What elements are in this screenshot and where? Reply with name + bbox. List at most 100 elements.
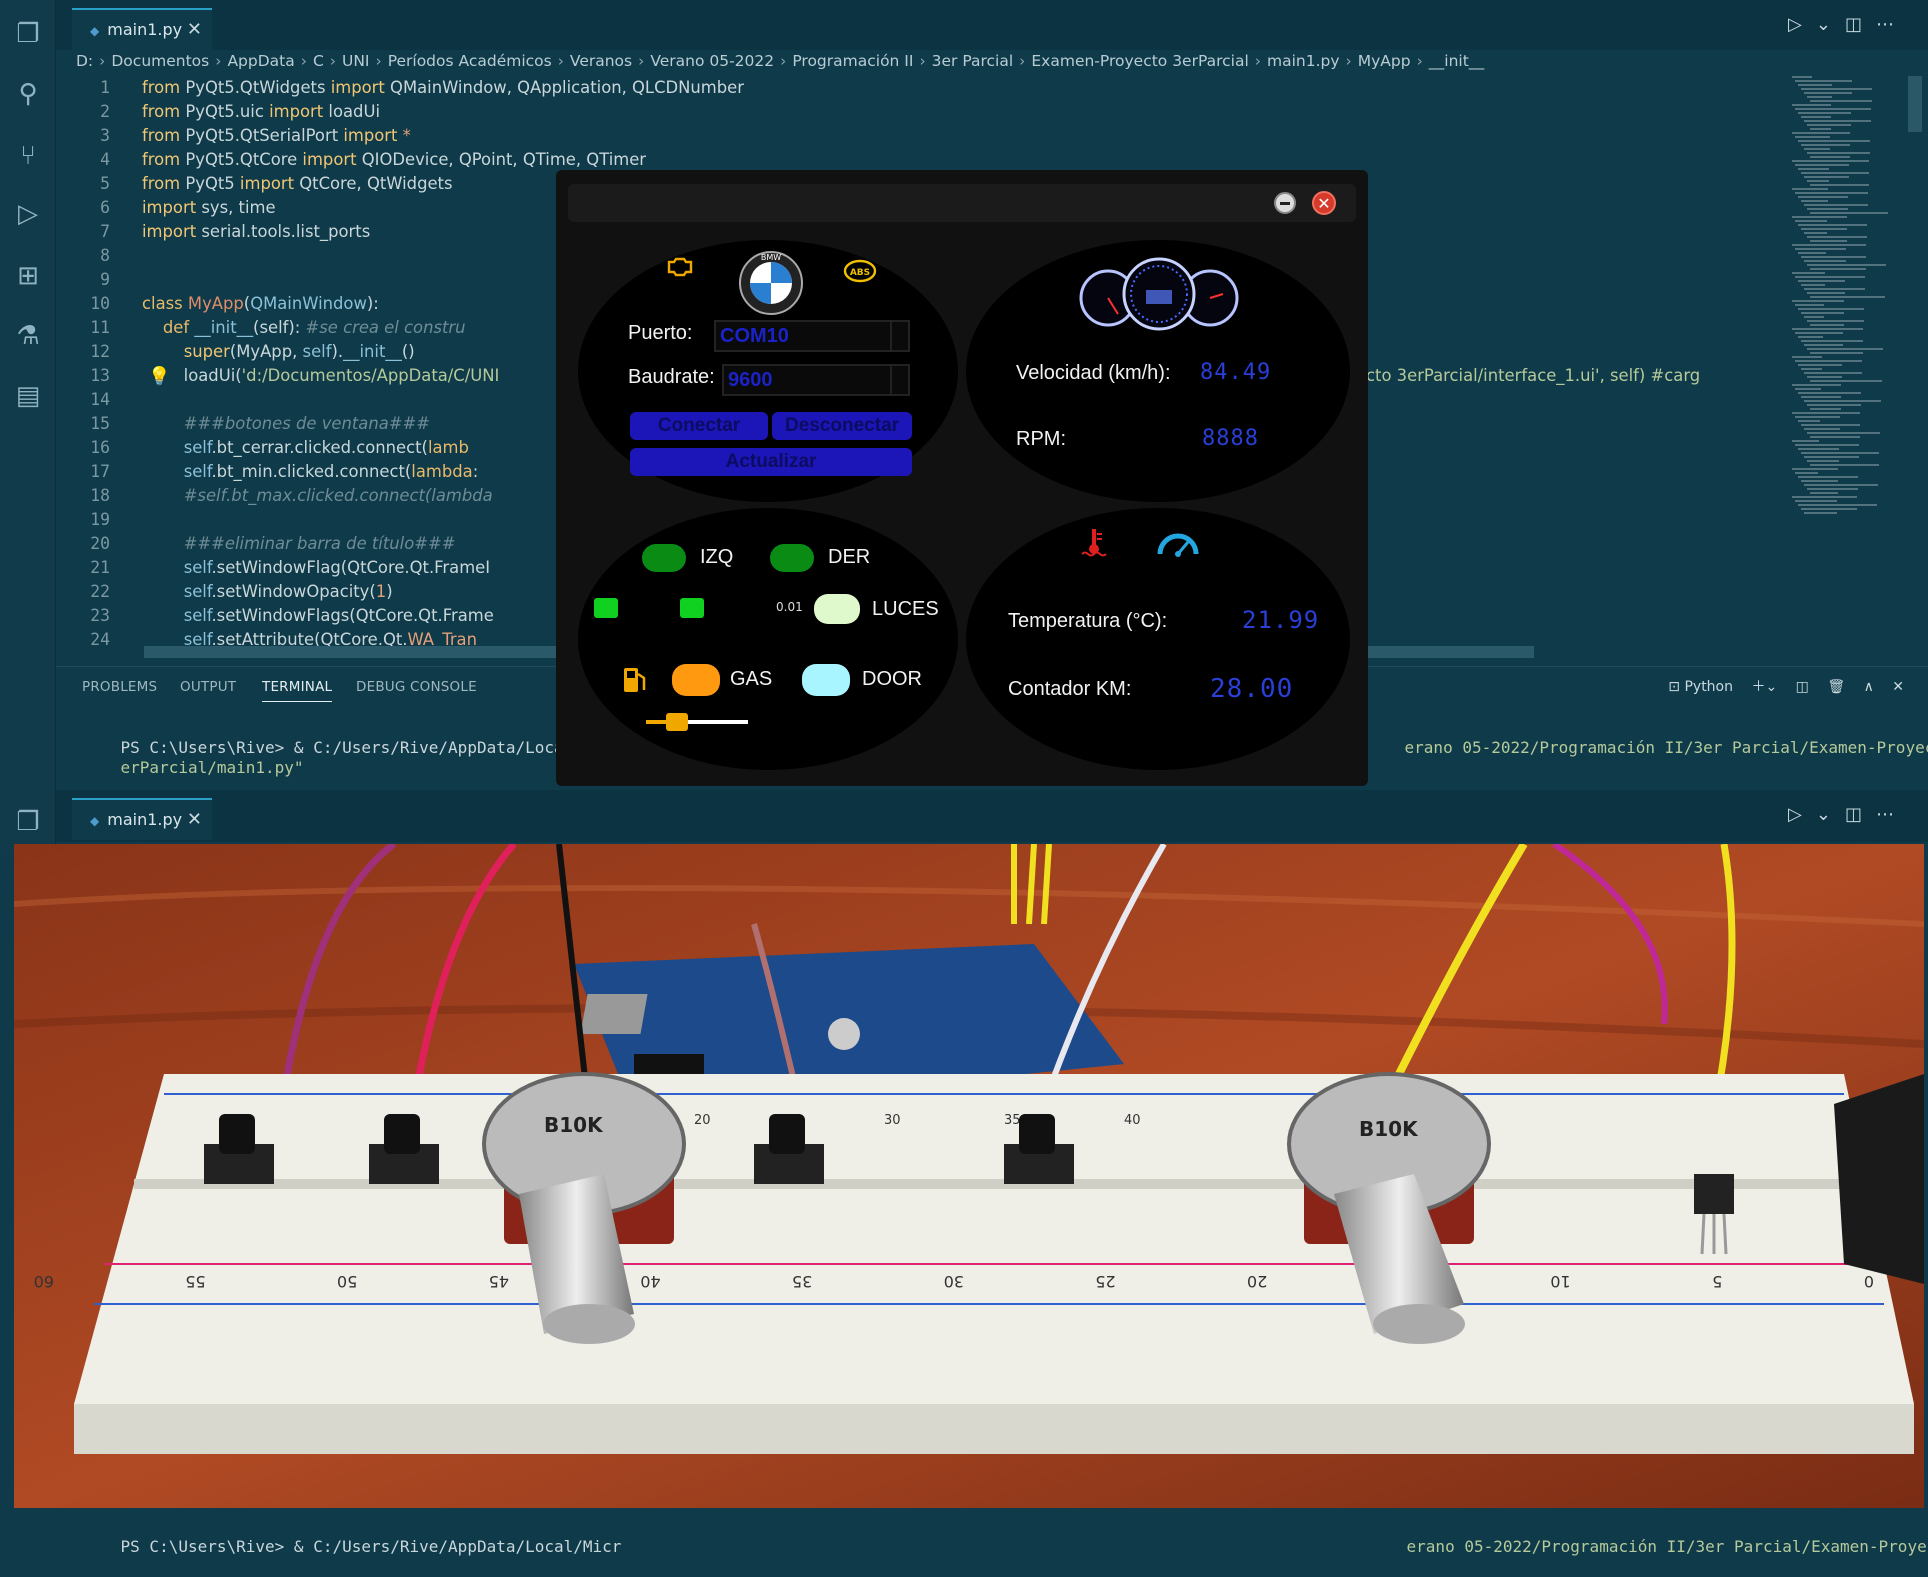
speed-lcd: 84.49: [1200, 360, 1272, 385]
remote-icon[interactable]: ▤: [12, 380, 44, 412]
editor-window-bottom: ❐ ◆ main1.py ✕ ▷⌄◫⋯ 60 55 50 45 40 35 30…: [0, 790, 1928, 1556]
breadcrumb-item[interactable]: MyApp: [1358, 52, 1411, 70]
connection-panel: BMW ABS Puerto: COM10 Baudrate: 9600 Con…: [578, 240, 958, 502]
tab-main1-py-bottom[interactable]: ◆ main1.py ✕: [72, 798, 212, 840]
breadcrumb-item[interactable]: AppData: [227, 52, 294, 70]
minimap-line: [1792, 188, 1828, 190]
minimap-line: [1810, 324, 1844, 326]
breadcrumb-item[interactable]: main1.py: [1267, 52, 1340, 70]
breadcrumb-item[interactable]: Períodos Académicos: [388, 52, 552, 70]
minimap-line: [1801, 312, 1844, 314]
breadboard-top-number: 20: [694, 1113, 711, 1128]
fuel-icon: [624, 668, 646, 692]
minimap-line: [1804, 92, 1852, 94]
breadcrumb-separator: ›: [99, 52, 106, 70]
minimap-line: [1801, 228, 1847, 230]
add-terminal-icon[interactable]: ＋⌄: [1751, 679, 1777, 695]
testing-icon[interactable]: ⚗: [12, 320, 44, 352]
vertical-scrollbar[interactable]: [1908, 76, 1922, 132]
breadcrumb-separator: ›: [375, 52, 382, 70]
disconnect-button[interactable]: Desconectar: [772, 412, 912, 440]
breadboard-number: 30: [944, 1272, 964, 1291]
extensions-icon[interactable]: ⊞: [12, 260, 44, 292]
breadcrumb-item[interactable]: __init__: [1429, 52, 1485, 70]
minimap[interactable]: [1792, 76, 1902, 536]
gas-slider[interactable]: [646, 713, 748, 731]
baudrate-label: Baudrate:: [628, 366, 715, 388]
explorer-icon[interactable]: ❐: [12, 18, 44, 50]
minimap-line: [1801, 144, 1850, 146]
minimap-line: [1798, 224, 1867, 226]
rpm-lcd: 8888: [1202, 426, 1259, 451]
minimap-line: [1801, 396, 1841, 398]
explorer-icon[interactable]: ❐: [12, 806, 44, 838]
split-editor-icon[interactable]: ◫: [1845, 14, 1876, 35]
baudrate-field[interactable]: 9600: [722, 364, 910, 396]
breadcrumb-item[interactable]: Verano 05-2022: [650, 52, 774, 70]
close-icon[interactable]: ✕: [187, 800, 202, 840]
close-panel-icon[interactable]: ✕: [1892, 679, 1904, 695]
minimap-line: [1804, 204, 1868, 206]
run-debug-icon[interactable]: ▷: [12, 198, 44, 230]
puerto-field[interactable]: COM10: [714, 320, 910, 352]
trash-icon[interactable]: 🗑: [1827, 679, 1845, 695]
minimap-line: [1807, 488, 1858, 490]
search-icon[interactable]: ⚲: [12, 78, 44, 110]
code-line-17: self.bt_min.clicked.connect(lambda:: [183, 462, 479, 481]
terminal-line-2: erParcial/main1.py": [120, 758, 304, 777]
source-control-icon[interactable]: ⑂: [12, 140, 44, 172]
run-icon[interactable]: ▷⌄: [1788, 804, 1845, 825]
minimap-line: [1795, 472, 1818, 474]
minimap-line: [1807, 404, 1861, 406]
minimap-line: [1807, 460, 1839, 462]
breadcrumb-item[interactable]: UNI: [342, 52, 370, 70]
app-title-bar[interactable]: ✕: [568, 184, 1356, 222]
breadcrumb-item[interactable]: D:: [76, 52, 93, 70]
tab-main1-py[interactable]: ◆ main1.py ✕: [72, 8, 212, 50]
minimap-line: [1792, 440, 1819, 442]
breadcrumb-item[interactable]: 3er Parcial: [932, 52, 1014, 70]
terminal-icon: ⊡: [1668, 679, 1681, 695]
lightbulb-icon[interactable]: 💡: [148, 366, 170, 387]
breadboard-number: 0: [1864, 1272, 1874, 1291]
minimize-button[interactable]: [1274, 192, 1296, 214]
minimap-line: [1804, 372, 1862, 374]
tab-problems[interactable]: PROBLEMS: [82, 679, 157, 695]
breadboard-number: 55: [185, 1272, 205, 1291]
close-button[interactable]: ✕: [1312, 191, 1336, 215]
breadcrumb-item[interactable]: Veranos: [570, 52, 632, 70]
breadcrumb-separator: ›: [215, 52, 222, 70]
connect-button[interactable]: Conectar: [630, 412, 768, 440]
minimap-line: [1798, 252, 1826, 254]
minimap-line: [1810, 436, 1860, 438]
breadcrumb-item[interactable]: Documentos: [111, 52, 209, 70]
breadboard-number: 60: [34, 1272, 54, 1291]
gauge-cluster-icon: [1079, 257, 1239, 331]
minimap-line: [1798, 504, 1877, 506]
breadcrumb-item[interactable]: Programación II: [792, 52, 913, 70]
close-icon[interactable]: ✕: [187, 10, 202, 50]
tab-output[interactable]: OUTPUT: [180, 679, 236, 695]
run-icon[interactable]: ▷⌄: [1788, 14, 1845, 35]
line-number: 14: [90, 390, 110, 409]
maximize-panel-icon[interactable]: ∧: [1864, 679, 1874, 695]
breadboard-photo: 60555045403530252015105020303540 B10K: [14, 844, 1924, 1508]
more-icon[interactable]: ⋯: [1876, 14, 1908, 35]
breadcrumb-item[interactable]: Examen-Proyecto 3erParcial: [1031, 52, 1248, 70]
update-button[interactable]: Actualizar: [630, 448, 912, 476]
line-number: 9: [100, 270, 110, 289]
code-line-13: loadUi('d:/Documentos/AppData/C/UNI: [142, 366, 500, 385]
minimap-line: [1807, 208, 1848, 210]
gas-slider-handle[interactable]: [665, 713, 688, 731]
split-terminal-icon[interactable]: ◫: [1796, 679, 1809, 695]
tab-debug-console[interactable]: DEBUG CONSOLE: [356, 679, 477, 695]
minimap-line: [1810, 380, 1882, 382]
breadcrumb-separator: ›: [1254, 52, 1261, 70]
split-editor-icon[interactable]: ◫: [1845, 804, 1876, 825]
more-icon[interactable]: ⋯: [1876, 804, 1908, 825]
tab-terminal[interactable]: TERMINAL: [262, 679, 333, 702]
editor-tab-bar-bottom: ◆ main1.py ✕ ▷⌄◫⋯: [56, 790, 1928, 842]
minimap-line: [1804, 316, 1824, 318]
shell-name[interactable]: Python: [1684, 679, 1733, 695]
breadcrumb-item[interactable]: C: [313, 52, 324, 70]
